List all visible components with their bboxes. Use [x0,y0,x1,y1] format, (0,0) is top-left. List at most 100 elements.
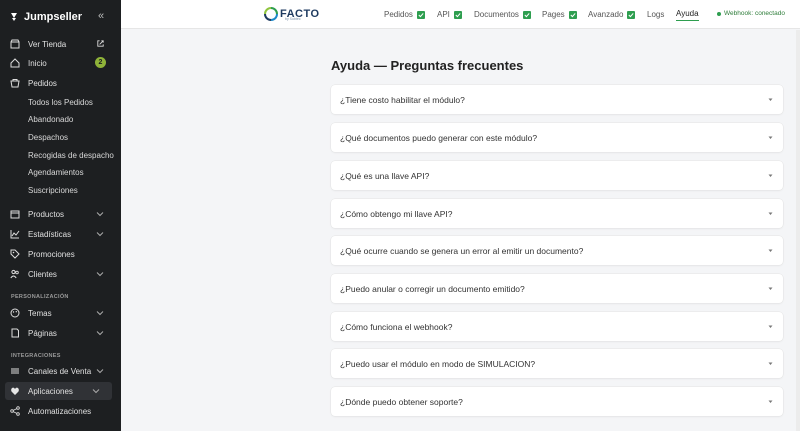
sidebar-item-label: Páginas [28,328,57,338]
check-icon [568,10,577,19]
caret-down-icon [768,325,773,328]
tab-api[interactable]: API [437,8,462,21]
chevron-down-icon[interactable] [96,309,104,317]
faq-item-documentos[interactable]: ¿Qué documentos puedo generar con este m… [331,123,783,152]
top-bar: FACTO by Subtec Pedidos API Documentos P… [121,0,800,29]
webhook-status: Webhook: conectado [717,10,785,17]
tab-label: API [437,10,450,19]
sidebar-subitem-todos-pedidos[interactable]: Todos los Pedidos [0,94,121,110]
tab-label: Logs [647,10,665,19]
tab-label: Avanzado [588,10,624,19]
brand-name: Jumpseller [24,10,83,23]
notification-badge: 2 [95,57,106,68]
tab-label: Documentos [474,10,519,19]
sidebar-item-label: Pedidos [28,78,57,88]
tab-pages[interactable]: Pages [542,8,577,21]
faq-item-error[interactable]: ¿Qué ocurre cuando se genera un error al… [331,236,783,265]
channels-icon [10,366,20,376]
faq-question: ¿Qué ocurre cuando se genera un error al… [340,245,584,256]
chevron-down-icon[interactable] [92,387,100,395]
chevron-down-icon[interactable] [96,270,104,278]
faq-question: ¿Cómo obtengo mi llave API? [340,208,453,219]
faq-item-webhook[interactable]: ¿Cómo funciona el webhook? [331,312,783,341]
jumpseller-logo-icon [11,12,17,21]
tab-pedidos[interactable]: Pedidos [384,8,425,21]
box-icon [10,209,20,219]
check-icon [453,10,462,19]
caret-down-icon [768,212,773,215]
sidebar-item-label: Temas [28,308,52,318]
tab-label: Pages [542,10,565,19]
sidebar-item-label: Inicio [28,58,47,68]
tab-label: Pedidos [384,10,413,19]
sidebar-subitem-abandonado[interactable]: Abandonado [0,111,121,127]
webhook-status-text: Webhook: conectado [724,10,785,17]
collapse-sidebar-icon[interactable]: « [98,10,110,22]
page-icon [10,328,20,338]
home-icon [10,58,20,68]
faq-question: ¿Cómo funciona el webhook? [340,321,453,332]
tab-documentos[interactable]: Documentos [474,8,531,21]
sidebar: Jumpseller « Ver Tienda Inicio 2 Pedidos… [0,0,121,431]
caret-down-icon [768,136,773,139]
caret-down-icon [768,98,773,101]
cart-icon [10,78,20,88]
faq-question: ¿Tiene costo habilitar el módulo? [340,94,465,105]
apps-icon [10,386,20,396]
sidebar-item-ver-tienda[interactable]: Ver Tienda [0,35,121,53]
sidebar-item-label: Ver Tienda [28,39,67,49]
scrollbar[interactable] [796,30,800,431]
tab-label: Ayuda [676,8,699,18]
check-icon [416,10,425,19]
sidebar-item-label: Clientes [28,269,57,279]
sidebar-item-clientes[interactable]: Clientes [0,265,121,283]
check-icon [627,10,636,19]
sidebar-item-aplicaciones[interactable]: Aplicaciones [5,382,112,400]
chevron-down-icon[interactable] [96,367,104,375]
sidebar-subitem-recogidas[interactable]: Recogidas de despacho [0,147,121,163]
external-link-icon[interactable] [96,39,105,48]
chevron-down-icon[interactable] [96,329,104,337]
sidebar-item-automatizaciones[interactable]: Automatizaciones [0,402,121,420]
chevron-down-icon[interactable] [96,230,104,238]
faq-item-obtener-llave[interactable]: ¿Cómo obtengo mi llave API? [331,199,783,228]
page-title: Ayuda — Preguntas frecuentes [331,58,524,73]
caret-down-icon [768,362,773,365]
status-dot-icon [717,11,721,16]
sidebar-item-label: Estadísticas [28,229,72,239]
sidebar-subitem-agendamientos[interactable]: Agendamientos [0,164,121,180]
faq-item-soporte[interactable]: ¿Dónde puedo obtener soporte? [331,387,783,416]
sidebar-item-label: Aplicaciones [28,386,73,396]
sidebar-item-label: Automatizaciones [28,406,92,416]
tab-logs[interactable]: Logs [647,8,664,21]
sidebar-item-paginas[interactable]: Páginas [0,324,121,342]
sidebar-subitem-suscripciones[interactable]: Suscripciones [0,182,121,198]
caret-down-icon [768,287,773,290]
faq-question: ¿Puedo usar el módulo en modo de SIMULAC… [340,358,536,369]
sidebar-item-promociones[interactable]: Promociones [0,245,121,263]
faq-item-simulacion[interactable]: ¿Puedo usar el módulo en modo de SIMULAC… [331,349,783,378]
sidebar-item-label: Canales de Venta [28,366,92,376]
check-icon [522,10,531,19]
caret-down-icon [768,249,773,252]
sidebar-subitem-despachos[interactable]: Despachos [0,129,121,145]
faq-question: ¿Qué documentos puedo generar con este m… [340,132,538,143]
sidebar-item-temas[interactable]: Temas [0,304,121,322]
sidebar-item-estadisticas[interactable]: Estadísticas [0,225,121,243]
chevron-down-icon[interactable] [96,210,104,218]
facto-logo-subtext: by Subtec [285,17,301,21]
facto-logo-icon [264,7,278,21]
faq-item-costo[interactable]: ¿Tiene costo habilitar el módulo? [331,85,783,114]
tab-avanzado[interactable]: Avanzado [588,8,636,21]
sidebar-item-canales-venta[interactable]: Canales de Venta [0,362,121,380]
faq-item-anular[interactable]: ¿Puedo anular o corregir un documento em… [331,274,783,303]
tab-ayuda[interactable]: Ayuda [676,8,699,21]
sidebar-item-pedidos[interactable]: Pedidos [0,74,121,92]
sidebar-item-inicio[interactable]: Inicio 2 [0,54,121,72]
faq-item-llave-api[interactable]: ¿Qué es una llave API? [331,161,783,190]
automation-icon [10,406,20,416]
section-title-integraciones: INTEGRACIONES [11,353,61,359]
chart-icon [10,229,20,239]
sidebar-item-productos[interactable]: Productos [0,205,121,223]
sidebar-item-label: Promociones [28,249,75,259]
